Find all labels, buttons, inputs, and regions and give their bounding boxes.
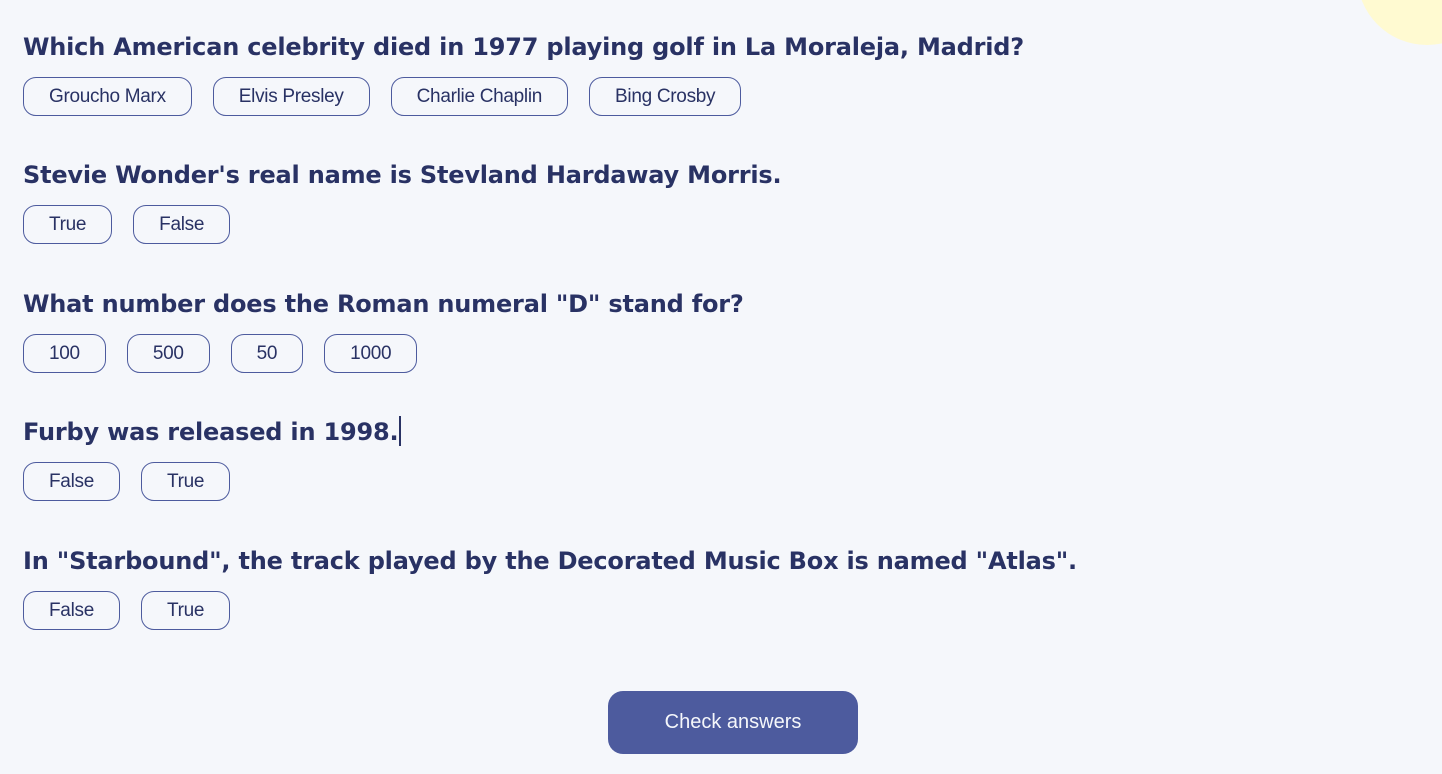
question-3: What number does the Roman numeral "D" s… [23, 287, 744, 373]
answer-option-false[interactable]: False [23, 591, 120, 630]
answer-options: False True [23, 591, 1077, 630]
question-text: What number does the Roman numeral "D" s… [23, 290, 744, 318]
answer-option-50[interactable]: 50 [230, 334, 304, 373]
answer-option-100[interactable]: 100 [23, 334, 106, 373]
answer-options: 100 500 50 1000 [23, 334, 744, 373]
answer-option-true[interactable]: True [23, 205, 113, 244]
answer-option-groucho-marx[interactable]: Groucho Marx [23, 77, 192, 116]
question-4: Furby was released in 1998. False True [23, 415, 401, 501]
answer-option-true[interactable]: True [140, 462, 231, 501]
answer-option-false[interactable]: False [133, 205, 231, 244]
answer-options: False True [23, 462, 401, 501]
question-text: In "Starbound", the track played by the … [23, 547, 1077, 575]
question-text: Furby was released in 1998. [23, 415, 401, 449]
answer-option-elvis-presley[interactable]: Elvis Presley [212, 77, 370, 116]
question-2: Stevie Wonder's real name is Stevland Ha… [23, 158, 782, 244]
question-text: Which American celebrity died in 1977 pl… [23, 33, 1024, 61]
answer-option-500[interactable]: 500 [126, 334, 210, 373]
answer-option-true[interactable]: True [140, 591, 231, 630]
question-1: Which American celebrity died in 1977 pl… [23, 30, 1024, 116]
check-answers-button[interactable]: Check answers [608, 691, 858, 754]
answer-option-bing-crosby[interactable]: Bing Crosby [589, 77, 742, 116]
question-text: Stevie Wonder's real name is Stevland Ha… [23, 161, 782, 189]
answer-option-1000[interactable]: 1000 [324, 334, 418, 373]
decorative-blob [1357, 0, 1442, 45]
answer-options: True False [23, 205, 781, 244]
answer-option-false[interactable]: False [23, 462, 120, 501]
question-5: In "Starbound", the track played by the … [23, 544, 1077, 630]
answer-option-charlie-chaplin[interactable]: Charlie Chaplin [390, 77, 569, 116]
answer-options: Groucho Marx Elvis Presley Charlie Chapl… [23, 77, 1024, 116]
